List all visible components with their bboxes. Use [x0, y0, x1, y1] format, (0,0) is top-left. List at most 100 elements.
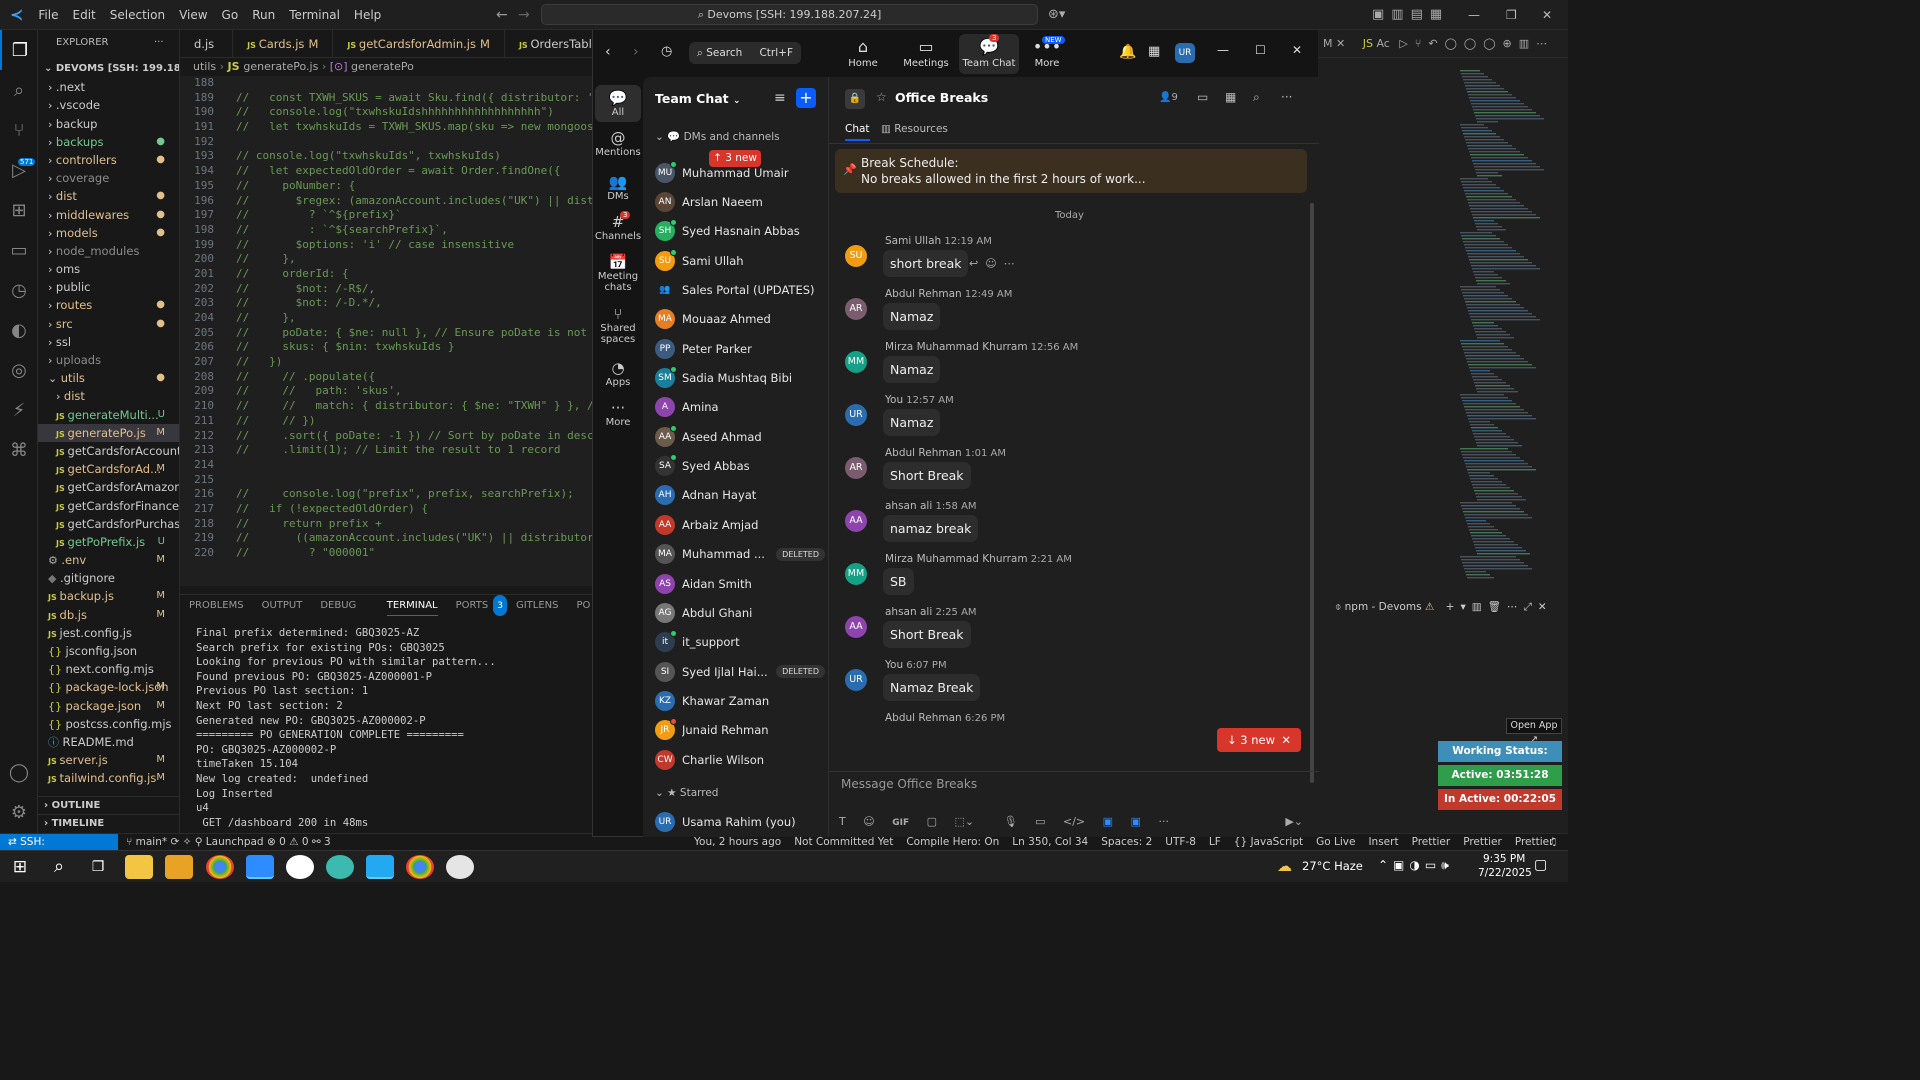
ports-count[interactable]: 3 — [324, 836, 331, 848]
minimap[interactable] — [1460, 70, 1560, 590]
menu-item[interactable]: Edit — [73, 8, 96, 22]
message-bubble[interactable]: namaz break — [883, 515, 979, 542]
folder-item[interactable]: › uploads — [38, 351, 179, 369]
file-item[interactable]: JS getPoPrefix.js U — [38, 533, 179, 551]
panel-tab[interactable]: PORTS — [456, 595, 489, 616]
message-bubble[interactable]: Namaz Break — [883, 674, 981, 701]
message-bubble[interactable]: Short Break — [883, 462, 971, 489]
gif-icon[interactable]: GIF — [892, 818, 909, 828]
rail-meeting-chats[interactable]: 📅 Meeting chats — [593, 253, 643, 293]
file-item[interactable]: JS generatePo.js M — [38, 423, 179, 442]
extensions-icon[interactable]: ⊞ — [0, 190, 38, 230]
message-bubble[interactable]: Namaz — [883, 409, 941, 436]
file-item[interactable]: ⓘ README.md — [38, 733, 179, 751]
contact-item[interactable]: MA Mouaaz Ahmed — [655, 305, 825, 334]
folder-item[interactable]: › src ● — [38, 315, 179, 333]
file-item[interactable]: {} package.json M — [38, 697, 179, 715]
status-item[interactable]: Go Live — [1316, 836, 1355, 848]
rail-more[interactable]: ··· More — [593, 399, 643, 428]
screenshot-icon[interactable]: ⬚⌄ — [955, 815, 975, 828]
open-app-button[interactable]: Open App ↗ — [1506, 718, 1562, 745]
close-window-icon[interactable]: ✕ — [1542, 8, 1552, 22]
copilot-chat-icon[interactable]: ⚡ — [0, 390, 38, 430]
new-messages-pill-top[interactable]: ↑ 3 new — [709, 150, 761, 167]
rail-shared-spaces[interactable]: ⑂ Shared spaces — [593, 305, 643, 345]
folder-item[interactable]: › controllers ● — [38, 151, 179, 169]
breadcrumb-file[interactable]: generatePo.js — [243, 60, 318, 73]
folder-item[interactable]: › .next — [38, 78, 179, 96]
file-item[interactable]: {} postcss.config.mjs — [38, 715, 179, 733]
file-item[interactable]: JS generateMulti... U — [38, 406, 179, 424]
zoom-minimize-icon[interactable]: — — [1217, 43, 1229, 57]
breadcrumb-symbol[interactable]: generatePo — [351, 60, 414, 73]
editor-action-icons[interactable]: ▷⑂↶◯◯◯⊕▥⋯ — [1399, 37, 1554, 50]
file-item[interactable]: {} jsconfig.json — [38, 642, 179, 660]
tray-icons[interactable]: ⌃▣◑▭🕪 — [1378, 858, 1454, 873]
zoom-history-icon[interactable]: ◷ — [661, 44, 672, 59]
contact-item[interactable]: AS Aidan Smith — [655, 569, 825, 598]
folder-item[interactable]: › models ● — [38, 224, 179, 242]
more-tools-icon[interactable]: ··· — [1158, 815, 1169, 828]
back-arrow-icon[interactable]: ← — [496, 7, 508, 23]
team-chat-title[interactable]: Team Chat ⌄ — [655, 91, 741, 106]
new-chat-button[interactable]: + — [796, 88, 816, 108]
message-bubble[interactable]: Namaz — [883, 356, 941, 383]
notifications-bell-icon[interactable]: ♫ — [1548, 834, 1557, 850]
notifications-bell-icon[interactable]: 🔔 — [1119, 44, 1136, 60]
status-item[interactable]: Prettier — [1412, 836, 1451, 848]
file-item[interactable]: JS getCardsforAccount.js — [38, 442, 179, 460]
contact-item[interactable]: SM Sadia Mushtaq Bibi — [655, 363, 825, 392]
accounts-icon[interactable]: ◯ — [0, 752, 38, 792]
clock-time[interactable]: 9:35 PM — [1483, 853, 1525, 865]
app-2-icon[interactable]: ▣ — [1131, 815, 1141, 828]
contact-item[interactable]: SU Sami Ullah — [655, 246, 825, 275]
close-tab-icon[interactable]: ✕ — [1336, 37, 1345, 50]
postman-icon[interactable] — [446, 855, 474, 879]
file-item[interactable]: ⚙ .env M — [38, 551, 179, 569]
store-icon[interactable] — [165, 855, 193, 879]
panel-tab[interactable]: OUTPUT — [262, 595, 303, 616]
status-item[interactable]: Prettier — [1463, 836, 1502, 848]
breadcrumb-folder[interactable]: utils — [193, 60, 216, 73]
contact-item[interactable]: AA Arbaiz Amjad — [655, 510, 825, 539]
folder-item[interactable]: › oms — [38, 260, 179, 278]
rail-mentions[interactable]: @ Mentions — [593, 129, 643, 158]
code-editor[interactable]: 188 189 // const TXWH_SKUS = await Sku.fin… — [180, 76, 592, 586]
folder-item[interactable]: › coverage — [38, 169, 179, 187]
panel-tab[interactable]: TERMINAL — [386, 595, 438, 616]
restore-window-icon[interactable]: ❐ — [1506, 8, 1517, 22]
chat-title[interactable]: Office Breaks — [895, 90, 988, 105]
menu-item[interactable]: Selection — [110, 8, 165, 22]
app-icon[interactable] — [326, 855, 354, 879]
terminal-output[interactable]: Final prefix determined: GBQ3025-AZ Searc… — [180, 616, 592, 833]
file-item[interactable]: JS server.js M — [38, 751, 179, 769]
settings-gear-icon[interactable]: ⚙ — [0, 792, 38, 832]
explorer-icon[interactable]: ❐ — [0, 30, 38, 70]
folder-item[interactable]: › dist ● — [38, 187, 179, 205]
remote-indicator[interactable]: ⇄ SSH: 199.188.207.24 — [0, 834, 118, 864]
starred-section[interactable]: ⌄ ★ Starred — [655, 787, 718, 799]
zoom-close-icon[interactable]: ✕ — [1292, 43, 1302, 57]
source-control-icon[interactable]: ⑂ 571 — [0, 110, 38, 166]
editor-tab[interactable]: d.js — [180, 30, 234, 57]
contact-item[interactable]: SH Syed Hasnain Abbas — [655, 217, 825, 246]
audio-icon[interactable]: 🎙 — [1004, 815, 1018, 828]
contact-item[interactable]: it it_support — [655, 628, 825, 657]
new-messages-pill-bottom[interactable]: ↓ 3 new ✕ — [1217, 728, 1301, 752]
search-icon[interactable]: ⌕ — [0, 70, 38, 110]
file-item[interactable]: {} package-lock.json M — [38, 678, 179, 696]
chrome-profile-icon[interactable] — [406, 855, 434, 879]
file-item[interactable]: JS db.js M — [38, 606, 179, 624]
contact-item[interactable]: 👥 Sales Portal (UPDATES) — [655, 275, 825, 304]
menu-item[interactable]: Terminal — [289, 8, 340, 22]
folder-item[interactable]: ⌄ utils ● — [38, 369, 179, 387]
composer-input[interactable]: Message Office Breaks — [841, 777, 977, 791]
folder-item[interactable]: › backup — [38, 115, 179, 133]
taskbar-search-icon[interactable]: ⌕ — [45, 855, 73, 879]
more-actions-icon[interactable]: ··· — [154, 30, 164, 56]
send-button[interactable]: ▶⌄ — [1285, 815, 1303, 828]
task-view-icon[interactable]: ❐ — [84, 855, 112, 879]
nav-team-chat[interactable]: 💬 Team Chat 3 — [959, 34, 1019, 74]
chrome-icon[interactable] — [206, 855, 234, 879]
python-icon[interactable]: ⌘ — [0, 430, 38, 470]
